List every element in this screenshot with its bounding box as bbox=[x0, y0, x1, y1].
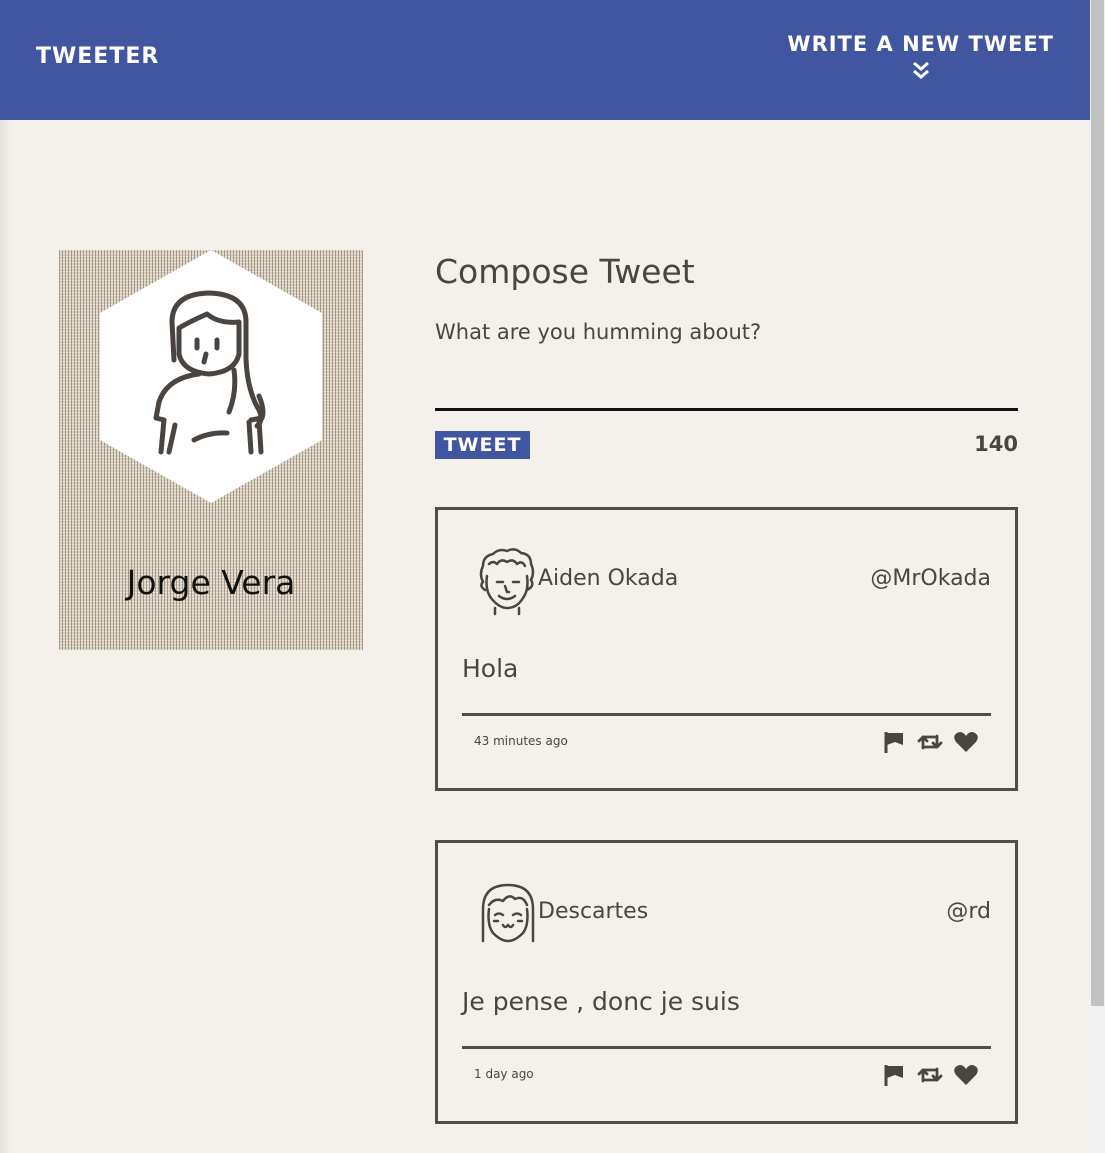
flag-icon[interactable] bbox=[881, 729, 907, 755]
tweet-timestamp: 43 minutes ago bbox=[474, 734, 568, 748]
flag-icon[interactable] bbox=[881, 1062, 907, 1088]
tweet-text-input[interactable] bbox=[435, 320, 1018, 411]
profile-card: Jorge Vera bbox=[59, 250, 363, 650]
tweet-submit-button[interactable]: TWEET bbox=[435, 431, 530, 459]
tweet-divider bbox=[462, 1046, 991, 1049]
smiling-woman-avatar-icon bbox=[481, 883, 535, 943]
tweet-card: Aiden Okada @MrOkada Hola 43 minutes ago bbox=[435, 507, 1018, 791]
retweet-icon[interactable] bbox=[917, 729, 943, 755]
profile-name: Jorge Vera bbox=[126, 563, 296, 602]
tweet-actions bbox=[881, 1062, 979, 1088]
curly-hair-man-avatar-icon bbox=[479, 548, 535, 616]
tweet-timestamp: 1 day ago bbox=[474, 1067, 534, 1081]
heart-icon[interactable] bbox=[953, 729, 979, 755]
page-edge-shadow bbox=[0, 120, 14, 1153]
tweet-actions bbox=[881, 729, 979, 755]
tweet-content: Je pense , donc je suis bbox=[462, 987, 740, 1016]
brand-logo[interactable]: TWEETER bbox=[36, 44, 159, 69]
tweet-card: Descartes @rd Je pense , donc je suis 1 … bbox=[435, 840, 1018, 1124]
character-counter: 140 bbox=[974, 432, 1018, 456]
scrollbar-thumb[interactable] bbox=[1091, 0, 1104, 1006]
tweet-author-name[interactable]: Aiden Okada bbox=[538, 566, 678, 591]
tweet-divider bbox=[462, 713, 991, 716]
write-new-tweet-button[interactable]: WRITE A NEW TWEET bbox=[787, 32, 1054, 80]
heart-icon[interactable] bbox=[953, 1062, 979, 1088]
compose-title: Compose Tweet bbox=[435, 252, 695, 291]
top-nav: TWEETER WRITE A NEW TWEET bbox=[0, 0, 1090, 120]
tweet-author-handle[interactable]: @MrOkada bbox=[870, 566, 991, 591]
double-chevron-down-icon bbox=[912, 61, 929, 79]
write-new-tweet-label: WRITE A NEW TWEET bbox=[787, 32, 1054, 56]
tweet-content: Hola bbox=[462, 654, 519, 683]
retweet-icon[interactable] bbox=[917, 1062, 943, 1088]
tweet-author-name[interactable]: Descartes bbox=[538, 899, 648, 924]
tweet-author-handle[interactable]: @rd bbox=[946, 899, 991, 924]
